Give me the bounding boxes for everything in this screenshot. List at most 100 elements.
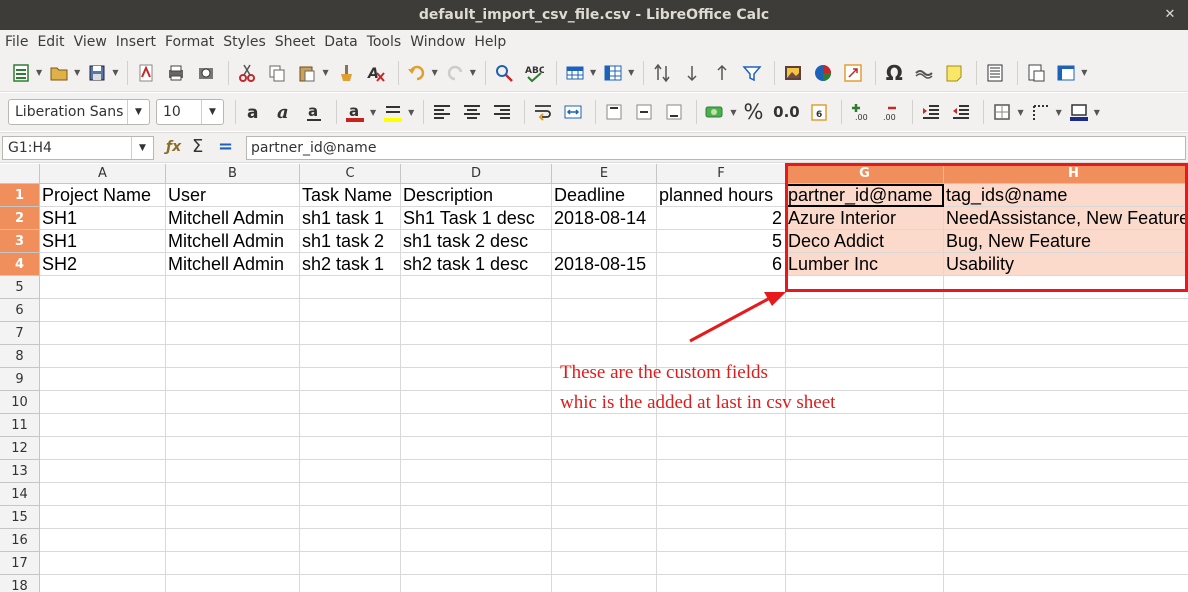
table-cell[interactable] bbox=[40, 345, 166, 368]
center-vertically-icon[interactable] bbox=[631, 99, 657, 125]
save-icon[interactable] bbox=[84, 60, 110, 86]
table-cell[interactable] bbox=[657, 322, 786, 345]
table-cell[interactable] bbox=[166, 414, 300, 437]
align-bottom-icon[interactable] bbox=[661, 99, 687, 125]
select-all-corner[interactable] bbox=[0, 164, 40, 184]
table-cell[interactable]: 6 bbox=[657, 253, 786, 276]
table-cell[interactable] bbox=[40, 575, 166, 592]
font-name-box[interactable]: Liberation Sans ▼ bbox=[8, 99, 150, 125]
row-header[interactable]: 10 bbox=[0, 391, 40, 414]
sort-ascending-icon[interactable] bbox=[679, 60, 705, 86]
table-cell[interactable] bbox=[40, 483, 166, 506]
table-cell[interactable] bbox=[300, 276, 401, 299]
table-cell[interactable] bbox=[786, 414, 944, 437]
align-center-icon[interactable] bbox=[459, 99, 485, 125]
table-cell[interactable] bbox=[786, 460, 944, 483]
table-cell[interactable] bbox=[166, 460, 300, 483]
table-cell[interactable] bbox=[166, 483, 300, 506]
table-cell[interactable]: Task Name bbox=[300, 184, 401, 207]
table-cell[interactable] bbox=[300, 345, 401, 368]
formula-icon[interactable]: = bbox=[218, 136, 233, 157]
table-cell[interactable] bbox=[401, 299, 552, 322]
redo-icon[interactable] bbox=[442, 60, 468, 86]
date-icon[interactable]: 6 bbox=[806, 99, 832, 125]
row-header[interactable]: 4 bbox=[0, 253, 40, 276]
table-cell[interactable] bbox=[40, 299, 166, 322]
comment-icon[interactable] bbox=[941, 60, 967, 86]
table-cell[interactable] bbox=[944, 506, 1188, 529]
table-cell[interactable] bbox=[300, 414, 401, 437]
bold-icon[interactable]: a bbox=[241, 99, 267, 125]
chevron-down-icon[interactable]: ▼ bbox=[628, 68, 634, 77]
menu-styles[interactable]: Styles bbox=[223, 34, 265, 50]
borders-icon[interactable] bbox=[989, 99, 1015, 125]
row-header[interactable]: 11 bbox=[0, 414, 40, 437]
chevron-down-icon[interactable]: ▼ bbox=[131, 137, 153, 159]
column-header[interactable]: D bbox=[401, 164, 552, 184]
table-cell[interactable]: 2018-08-15 bbox=[552, 253, 657, 276]
table-cell[interactable] bbox=[786, 483, 944, 506]
table-cell[interactable] bbox=[40, 414, 166, 437]
chevron-down-icon[interactable]: ▼ bbox=[36, 68, 42, 77]
table-cell[interactable] bbox=[944, 391, 1188, 414]
table-cell[interactable] bbox=[552, 299, 657, 322]
autofilter-icon[interactable] bbox=[739, 60, 765, 86]
decrease-indent-icon[interactable] bbox=[948, 99, 974, 125]
table-cell[interactable] bbox=[944, 529, 1188, 552]
table-cell[interactable] bbox=[657, 437, 786, 460]
menu-tools[interactable]: Tools bbox=[367, 34, 402, 50]
menu-view[interactable]: View bbox=[74, 34, 107, 50]
chevron-down-icon[interactable]: ▼ bbox=[590, 68, 596, 77]
row-header[interactable]: 18 bbox=[0, 575, 40, 592]
undo-icon[interactable] bbox=[404, 60, 430, 86]
table-cell[interactable] bbox=[300, 322, 401, 345]
table-cell[interactable]: SH2 bbox=[40, 253, 166, 276]
table-cell[interactable] bbox=[166, 299, 300, 322]
menu-sheet[interactable]: Sheet bbox=[275, 34, 315, 50]
table-cell[interactable] bbox=[944, 575, 1188, 592]
row-header[interactable]: 17 bbox=[0, 552, 40, 575]
increase-indent-icon[interactable] bbox=[918, 99, 944, 125]
table-cell[interactable] bbox=[552, 322, 657, 345]
table-cell[interactable] bbox=[786, 437, 944, 460]
table-cell[interactable] bbox=[786, 322, 944, 345]
table-cell[interactable] bbox=[401, 414, 552, 437]
chevron-down-icon[interactable]: ▼ bbox=[1094, 108, 1100, 117]
table-cell[interactable] bbox=[166, 391, 300, 414]
clone-formatting-icon[interactable] bbox=[333, 60, 359, 86]
percent-icon[interactable]: % bbox=[740, 99, 766, 125]
table-cell[interactable] bbox=[300, 437, 401, 460]
chevron-down-icon[interactable]: ▼ bbox=[470, 68, 476, 77]
column-header[interactable]: C bbox=[300, 164, 401, 184]
table-cell[interactable] bbox=[401, 506, 552, 529]
column-header[interactable]: A bbox=[40, 164, 166, 184]
table-cell[interactable]: Mitchell Admin bbox=[166, 207, 300, 230]
hyperlink-icon[interactable] bbox=[911, 60, 937, 86]
copy-icon[interactable] bbox=[264, 60, 290, 86]
table-cell[interactable] bbox=[552, 414, 657, 437]
table-cell[interactable]: Mitchell Admin bbox=[166, 230, 300, 253]
currency-icon[interactable] bbox=[702, 99, 728, 125]
column-header[interactable]: F bbox=[657, 164, 786, 184]
row-header[interactable]: 14 bbox=[0, 483, 40, 506]
table-cell[interactable] bbox=[786, 529, 944, 552]
table-cell[interactable] bbox=[401, 575, 552, 592]
table-cell[interactable] bbox=[40, 437, 166, 460]
sort-descending-icon[interactable] bbox=[709, 60, 735, 86]
table-cell[interactable] bbox=[40, 552, 166, 575]
table-cell[interactable]: User bbox=[166, 184, 300, 207]
table-cell[interactable] bbox=[166, 322, 300, 345]
table-cell[interactable] bbox=[40, 460, 166, 483]
italic-icon[interactable]: a bbox=[271, 99, 297, 125]
print-preview-icon[interactable] bbox=[193, 60, 219, 86]
menu-window[interactable]: Window bbox=[410, 34, 465, 50]
table-cell[interactable] bbox=[944, 437, 1188, 460]
table-cell[interactable] bbox=[657, 299, 786, 322]
table-cell[interactable] bbox=[300, 529, 401, 552]
table-cell[interactable]: sh2 task 1 bbox=[300, 253, 401, 276]
table-cell[interactable] bbox=[40, 529, 166, 552]
table-cell[interactable] bbox=[944, 483, 1188, 506]
chevron-down-icon[interactable]: ▼ bbox=[730, 108, 736, 117]
name-box[interactable]: G1:H4 ▼ bbox=[2, 136, 154, 160]
row-header[interactable]: 13 bbox=[0, 460, 40, 483]
